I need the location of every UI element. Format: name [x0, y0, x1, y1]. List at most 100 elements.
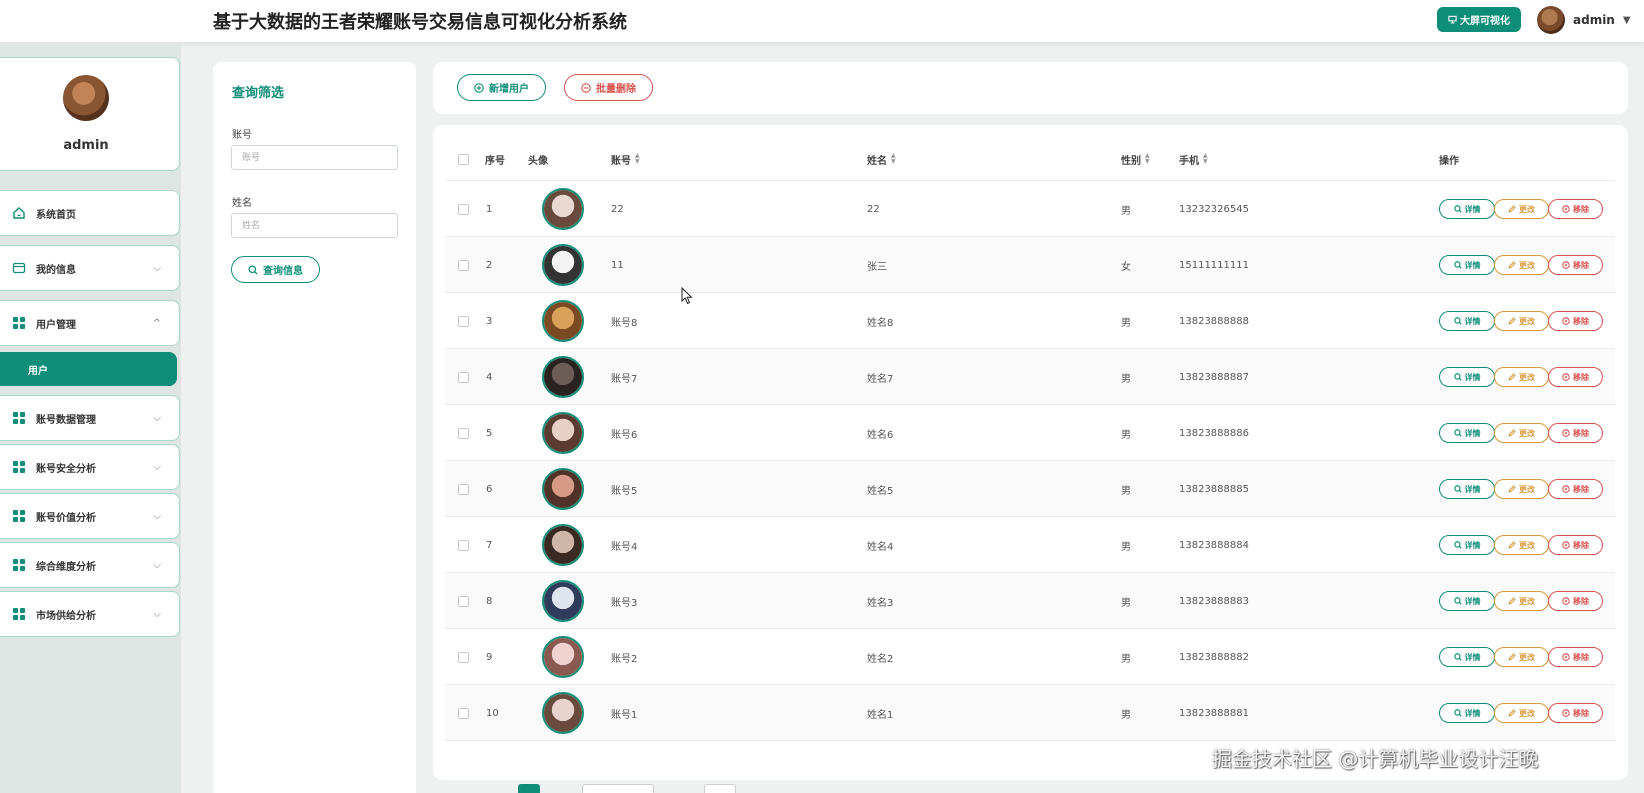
detail-button[interactable]: 详情 [1439, 423, 1495, 443]
home-icon [12, 206, 26, 220]
remove-button[interactable]: 移除 [1548, 423, 1603, 443]
account-input[interactable] [231, 145, 398, 170]
detail-label: 详情 [1464, 540, 1481, 550]
row-checkbox[interactable] [458, 405, 469, 461]
row-checkbox[interactable] [458, 517, 469, 573]
cell-gender: 男 [1121, 709, 1131, 721]
header-name[interactable]: 姓名 ▲ ▼ [867, 137, 896, 181]
edit-button[interactable]: 更改 [1494, 367, 1549, 387]
search-icon [1453, 653, 1462, 661]
sidebar-item-market-supply[interactable]: 市场供给分析 ⌵ [0, 591, 180, 637]
sidebar-item-account-security[interactable]: 账号安全分析 ⌵ [0, 444, 180, 490]
user-photo[interactable] [542, 636, 584, 678]
edit-button[interactable]: 更改 [1494, 591, 1549, 611]
row-checkbox[interactable] [458, 181, 469, 237]
user-photo[interactable] [542, 244, 584, 286]
header-gender[interactable]: 性别 ▲ ▼ [1121, 137, 1150, 181]
cell-actions: 详情 更改 移除 [1439, 573, 1609, 629]
edit-button[interactable]: 更改 [1494, 255, 1549, 275]
sidebar-item-account-data[interactable]: 账号数据管理 ⌵ [0, 395, 180, 441]
sidebar-item-user-management[interactable]: 用户管理 ^ [0, 300, 180, 346]
detail-button[interactable]: 详情 [1439, 199, 1495, 219]
pencil-icon [1508, 597, 1516, 605]
big-screen-button[interactable]: 大屏可视化 [1437, 7, 1521, 32]
remove-button[interactable]: 移除 [1548, 479, 1603, 499]
remove-button[interactable]: 移除 [1548, 703, 1603, 723]
row-checkbox[interactable] [458, 237, 469, 293]
row-checkbox[interactable] [458, 461, 469, 517]
row-checkbox[interactable] [458, 573, 469, 629]
user-photo[interactable] [542, 468, 584, 510]
cell-actions: 详情 更改 移除 [1439, 405, 1609, 461]
user-table: 序号 头像 账号 ▲ ▼ 姓名 ▲ ▼ 性别 ▲ ▼ 手机 ▲ ▼ 操作 1 22 22 男 1… [433, 125, 1628, 780]
edit-button[interactable]: 更改 [1494, 479, 1549, 499]
detail-button[interactable]: 详情 [1439, 703, 1495, 723]
user-photo[interactable] [542, 580, 584, 622]
remove-button[interactable]: 移除 [1548, 535, 1603, 555]
user-photo[interactable] [542, 356, 584, 398]
row-checkbox[interactable] [458, 293, 469, 349]
batch-delete-button[interactable]: 批量删除 [564, 74, 653, 101]
name-label: 姓名 [232, 198, 252, 209]
detail-label: 详情 [1464, 652, 1481, 662]
sidebar-item-label: 用户管理 [36, 319, 76, 331]
remove-button[interactable]: 移除 [1548, 311, 1603, 331]
remove-label: 移除 [1573, 204, 1589, 214]
user-photo[interactable] [542, 188, 584, 230]
row-checkbox[interactable] [458, 629, 469, 685]
search-icon [1453, 261, 1462, 269]
header-account[interactable]: 账号 ▲ ▼ [611, 137, 640, 181]
sidebar-item-label: 账号价值分析 [36, 512, 96, 524]
sidebar-subitem-user[interactable]: 用户 [0, 352, 177, 386]
sidebar-item-my-info[interactable]: 我的信息 ⌵ [0, 245, 180, 291]
header-index: 序号 [485, 155, 505, 167]
cell-name: 姓名1 [867, 709, 894, 721]
remove-button[interactable]: 移除 [1548, 591, 1603, 611]
cell-avatar [542, 349, 584, 405]
remove-button[interactable]: 移除 [1548, 255, 1603, 275]
row-checkbox[interactable] [458, 349, 469, 405]
header-phone[interactable]: 手机 ▲ ▼ [1179, 137, 1208, 181]
pagination-jump-input[interactable] [704, 784, 736, 793]
add-user-button[interactable]: 新增用户 [457, 74, 546, 101]
edit-button[interactable]: 更改 [1494, 535, 1549, 555]
edit-button[interactable]: 更改 [1494, 311, 1549, 331]
pagination-active-page[interactable] [518, 784, 540, 793]
sidebar-item-comprehensive[interactable]: 综合维度分析 ⌵ [0, 542, 180, 588]
detail-button[interactable]: 详情 [1439, 311, 1495, 331]
header-gender-label: 性别 [1121, 155, 1141, 167]
select-all-checkbox[interactable] [458, 137, 469, 181]
name-input[interactable] [231, 213, 398, 238]
sidebar-item-account-value[interactable]: 账号价值分析 ⌵ [0, 493, 180, 539]
cell-name: 22 [867, 203, 880, 215]
user-photo[interactable] [542, 300, 584, 342]
edit-button[interactable]: 更改 [1494, 703, 1549, 723]
watermark: 掘金技术社区 @计算机毕业设计汪晚 [1212, 747, 1539, 771]
detail-button[interactable]: 详情 [1439, 479, 1495, 499]
detail-button[interactable]: 详情 [1439, 255, 1495, 275]
search-button[interactable]: 查询信息 [231, 256, 320, 283]
edit-button[interactable]: 更改 [1494, 199, 1549, 219]
filter-title: 查询筛选 [232, 86, 285, 101]
row-checkbox[interactable] [458, 685, 469, 741]
user-photo[interactable] [542, 692, 584, 734]
pagination-size-select[interactable] [582, 784, 654, 793]
user-menu[interactable]: admin ▼ [1537, 5, 1631, 35]
user-photo[interactable] [542, 524, 584, 566]
caret-down-icon: ▼ [1622, 14, 1631, 26]
detail-button[interactable]: 详情 [1439, 647, 1495, 667]
remove-button[interactable]: 移除 [1548, 199, 1603, 219]
header-account-label: 账号 [611, 155, 631, 167]
search-button-label: 查询信息 [263, 266, 303, 277]
edit-button[interactable]: 更改 [1494, 647, 1549, 667]
sidebar-item-home[interactable]: 系统首页 [0, 190, 180, 236]
remove-button[interactable]: 移除 [1548, 367, 1603, 387]
detail-button[interactable]: 详情 [1439, 367, 1495, 387]
user-photo[interactable] [542, 412, 584, 454]
cell-account: 账号2 [611, 653, 638, 665]
detail-button[interactable]: 详情 [1439, 591, 1495, 611]
detail-button[interactable]: 详情 [1439, 535, 1495, 555]
remove-circle-icon [1562, 205, 1570, 213]
remove-button[interactable]: 移除 [1548, 647, 1603, 667]
edit-button[interactable]: 更改 [1494, 423, 1549, 443]
